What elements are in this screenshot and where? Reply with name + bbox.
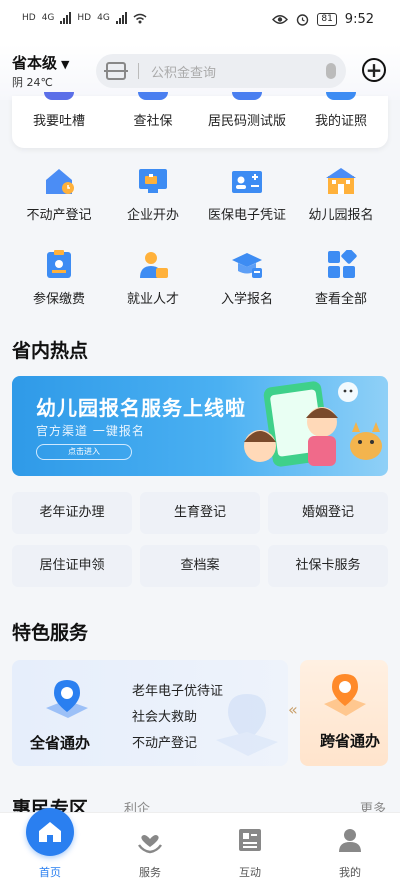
- service-school-enroll[interactable]: 入学报名: [200, 250, 294, 307]
- tab-label: 首页: [39, 866, 61, 879]
- cross-province-pin-icon: [324, 674, 366, 716]
- province-item-relief[interactable]: 社会大救助: [132, 706, 197, 725]
- location-label: 省本级: [12, 54, 58, 72]
- eye-icon: [272, 15, 289, 24]
- province-item-real-estate[interactable]: 不动产登记: [132, 732, 197, 751]
- alarm-icon: [297, 14, 309, 26]
- featured-section-title: 特色服务: [12, 622, 89, 644]
- service-kindergarten[interactable]: 幼儿园报名: [294, 166, 388, 223]
- business-icon: [136, 166, 170, 196]
- net-label: 4G: [41, 13, 55, 23]
- school-building-icon: [324, 166, 358, 196]
- quick-action-feedback[interactable]: 我要吐槽: [12, 110, 106, 129]
- tab-label: 服务: [139, 866, 161, 879]
- search-bar[interactable]: 公积金查询: [96, 54, 346, 88]
- banner-enter-button[interactable]: 点击进入: [36, 444, 132, 460]
- insurance-icon: [42, 250, 76, 280]
- quick-action-resident-code[interactable]: 居民码测试版: [200, 110, 294, 129]
- quick-action-social-security[interactable]: 查社保: [106, 110, 200, 129]
- certificate-icon: [326, 92, 356, 100]
- hd-tag: HD: [22, 13, 36, 23]
- collapse-arrow-icon[interactable]: «: [288, 700, 298, 719]
- weather-label: 阴 24℃: [12, 76, 53, 89]
- hot-button-archives[interactable]: 查档案: [140, 545, 260, 587]
- clock: 9:52: [344, 12, 374, 27]
- map-pin-icon: [46, 680, 88, 718]
- resident-code-icon: [232, 92, 262, 100]
- banner-illustration: [244, 381, 382, 467]
- heart-hand-icon: [135, 825, 165, 855]
- service-label: 不动产登记: [26, 208, 92, 223]
- user-icon: [335, 825, 365, 855]
- banner-subtitle: 官方渠道 一键报名: [36, 424, 145, 438]
- location-selector[interactable]: 省本级 ▼: [12, 52, 69, 73]
- hot-button-birth-registration[interactable]: 生育登记: [140, 492, 260, 534]
- tab-profile[interactable]: 我的: [300, 813, 400, 884]
- tab-label: 我的: [339, 866, 361, 879]
- signal-icon-2: [115, 12, 127, 24]
- service-label: 企业开办: [126, 208, 179, 223]
- quick-action-my-certificates[interactable]: 我的证照: [294, 110, 388, 129]
- service-label: 查看全部: [314, 292, 367, 307]
- province-service-card[interactable]: 全省通办 老年电子优待证 社会大救助 不动产登记: [12, 660, 288, 766]
- net-label-2: 4G: [97, 13, 110, 23]
- cross-province-title: 跨省通办: [320, 732, 381, 750]
- tab-interaction[interactable]: 互动: [200, 813, 300, 884]
- home-icon[interactable]: [26, 808, 74, 856]
- caret-down-icon: ▼: [61, 58, 70, 71]
- plus-icon: +: [365, 58, 383, 82]
- status-bar: HD 4G HD 4G 81 9:52: [0, 0, 400, 44]
- hot-button-marriage-registration[interactable]: 婚姻登记: [268, 492, 388, 534]
- hot-button-elderly-card[interactable]: 老年证办理: [12, 492, 132, 534]
- service-medical-card[interactable]: 医保电子凭证: [200, 166, 294, 223]
- graduation-cap-icon: [230, 250, 264, 280]
- service-label: 参保缴费: [32, 292, 85, 307]
- hot-button-social-card[interactable]: 社保卡服务: [268, 545, 388, 587]
- feedback-icon: [44, 92, 74, 100]
- house-icon: [42, 166, 76, 196]
- service-insurance-payment[interactable]: 参保缴费: [12, 250, 106, 307]
- service-business-setup[interactable]: 企业开办: [106, 166, 200, 223]
- signal-icon: [60, 12, 72, 24]
- province-item-elderly[interactable]: 老年电子优待证: [132, 680, 223, 699]
- service-label: 幼儿园报名: [308, 208, 374, 223]
- service-label: 医保电子凭证: [207, 208, 286, 223]
- scan-icon[interactable]: [104, 62, 128, 80]
- add-button[interactable]: +: [362, 58, 386, 82]
- search-input[interactable]: 公积金查询: [151, 62, 326, 81]
- cross-province-card[interactable]: 跨省通办: [300, 660, 388, 766]
- network-indicators: HD 4G HD 4G: [22, 12, 147, 24]
- province-service-title: 全省通办: [30, 734, 91, 752]
- status-right: 81 9:52: [272, 12, 374, 27]
- service-view-all[interactable]: 查看全部: [294, 248, 388, 307]
- service-label: 入学报名: [220, 292, 273, 307]
- social-security-icon: [138, 92, 168, 100]
- news-icon: [235, 825, 265, 855]
- grid-all-icon: [324, 248, 358, 280]
- hd-tag-2: HD: [77, 13, 92, 23]
- microphone-icon[interactable]: [326, 63, 336, 79]
- map-watermark-icon: [216, 694, 278, 756]
- battery-icon: 81: [317, 13, 337, 26]
- tab-label: 互动: [239, 866, 261, 879]
- talent-icon: [136, 250, 170, 280]
- medical-card-icon: [230, 166, 264, 196]
- search-divider: [138, 63, 139, 79]
- quick-actions-card: 我要吐槽 查社保 居民码测试版 我的证照: [12, 92, 388, 148]
- hot-button-residence-permit[interactable]: 居住证申领: [12, 545, 132, 587]
- kindergarten-banner[interactable]: 幼儿园报名服务上线啦 官方渠道 一键报名 点击进入: [12, 376, 388, 476]
- service-label: 就业人才: [126, 292, 179, 307]
- banner-title: 幼儿园报名服务上线啦: [36, 396, 246, 420]
- tab-services[interactable]: 服务: [100, 813, 200, 884]
- wifi-icon: [133, 13, 147, 23]
- service-employment[interactable]: 就业人才: [106, 250, 200, 307]
- hot-section-title: 省内热点: [12, 340, 89, 362]
- service-real-estate[interactable]: 不动产登记: [12, 166, 106, 223]
